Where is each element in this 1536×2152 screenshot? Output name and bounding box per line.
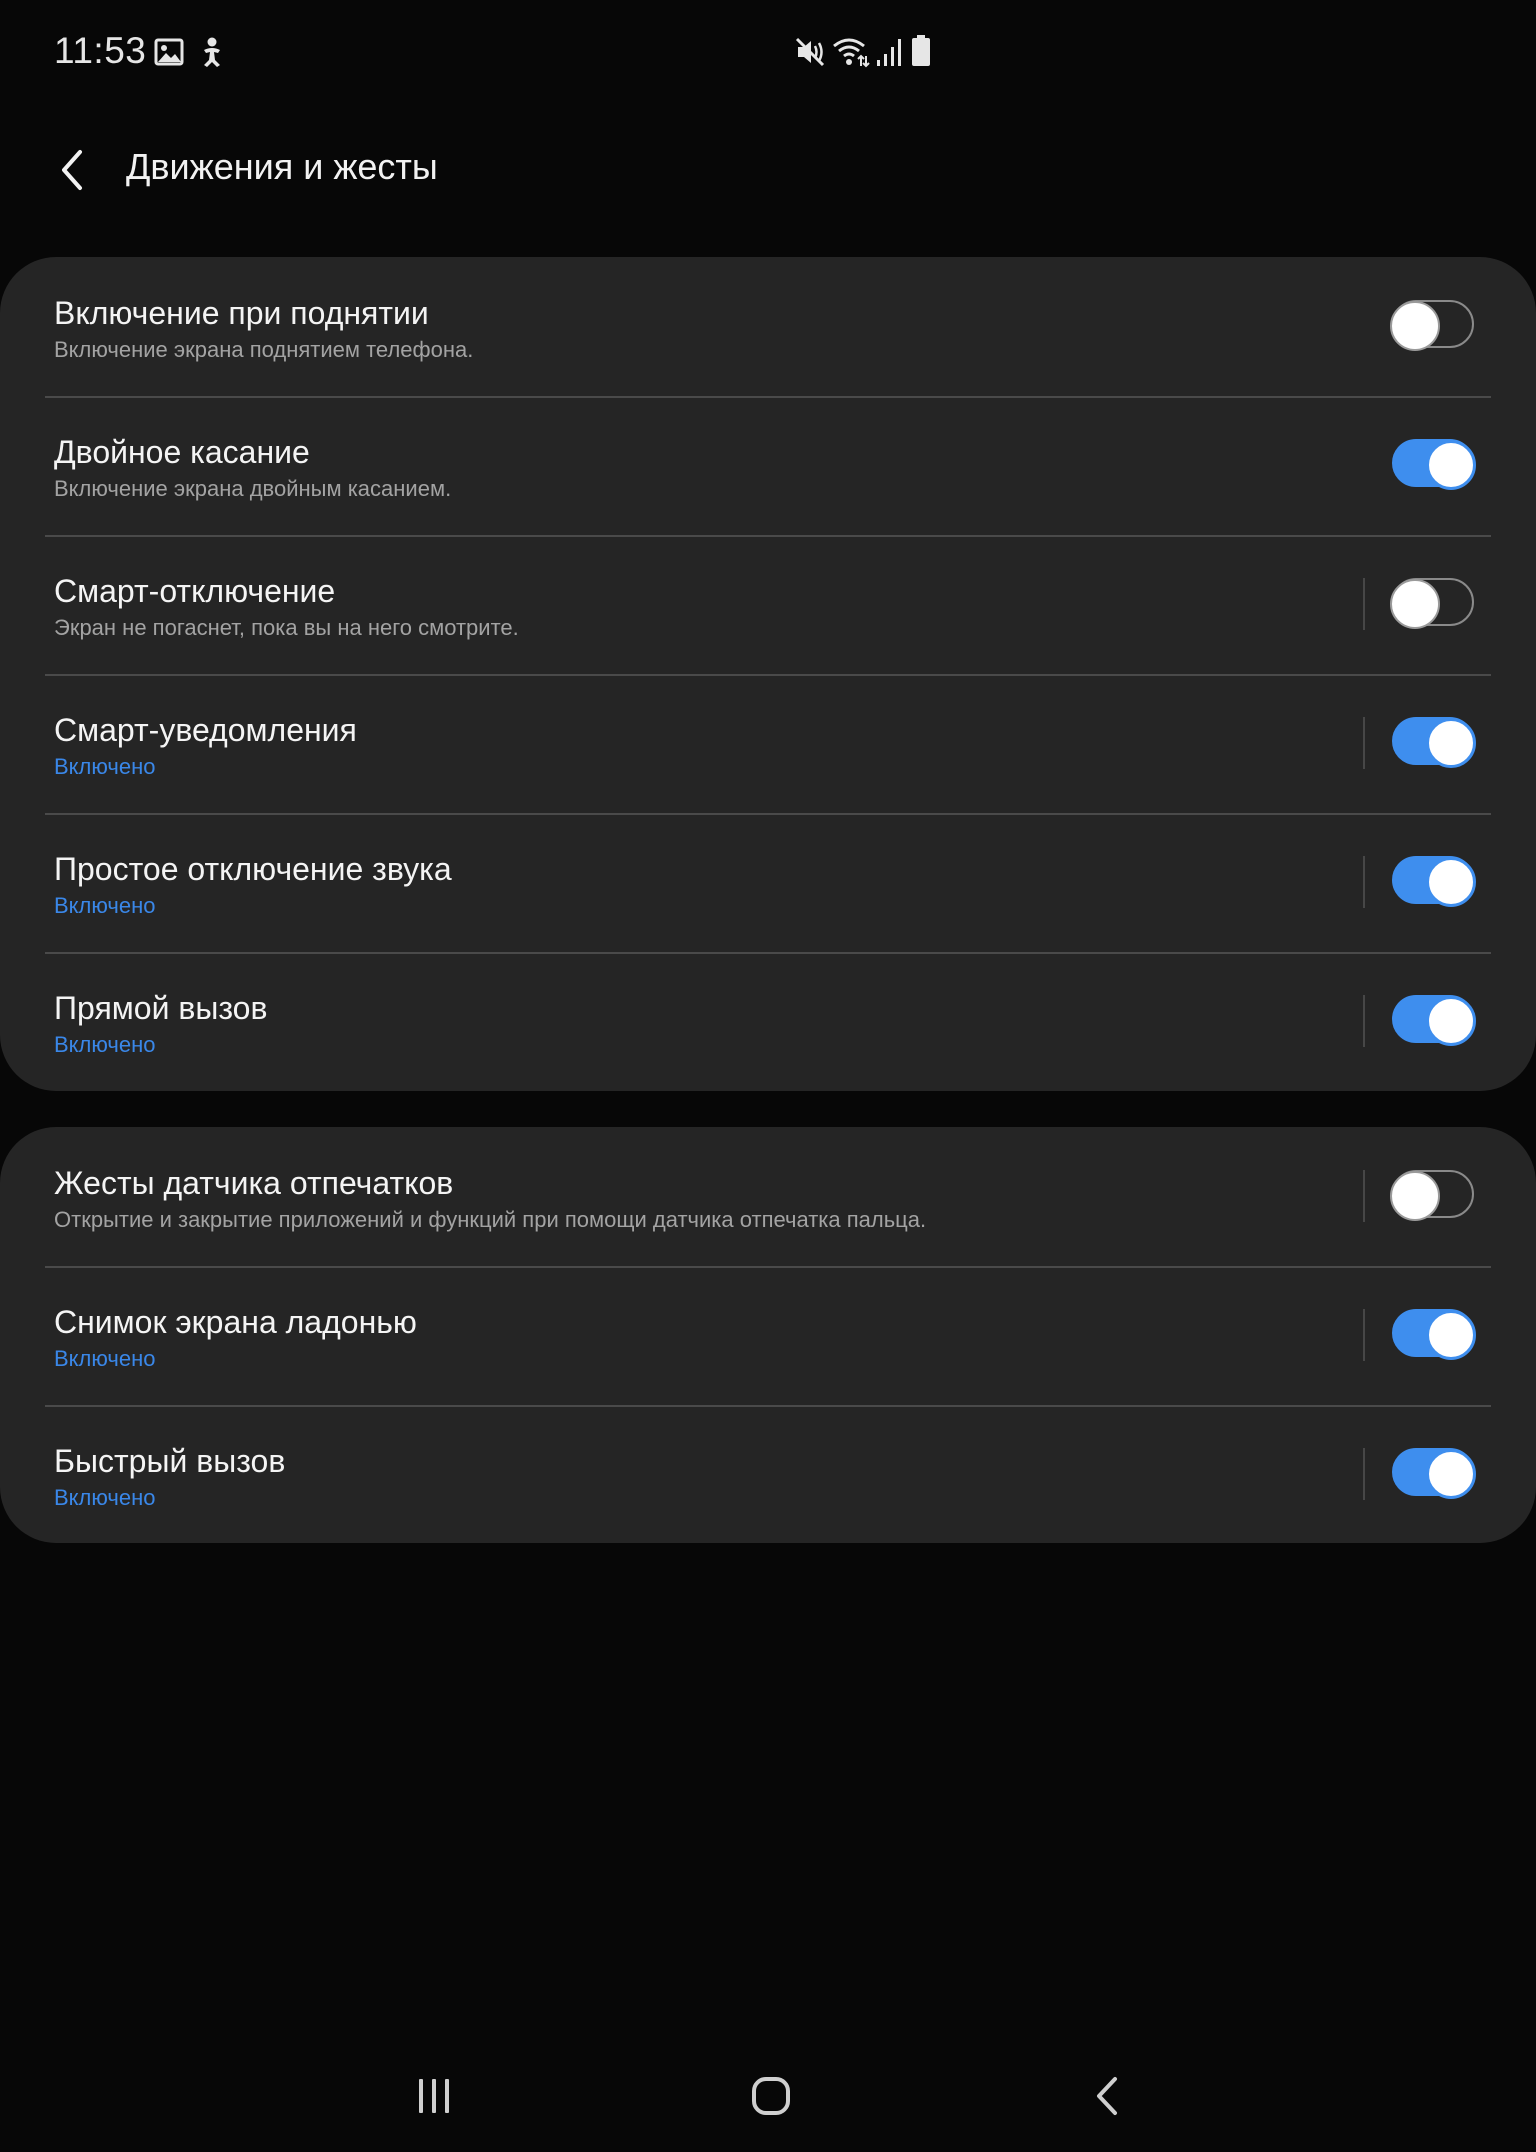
signal-icon [876,36,904,73]
setting-row-smart-alert[interactable]: Смарт-уведомления Включено [0,674,1536,813]
setting-status: Включено [54,1032,156,1057]
setting-title: Прямой вызов [54,990,268,1026]
setting-title: Простое отключение звука [54,851,452,887]
toggle-knob [1426,718,1476,768]
home-button[interactable] [731,2060,811,2132]
setting-row-direct-call[interactable]: Прямой вызов Включено [0,952,1536,1091]
setting-status: Включено [54,1485,156,1510]
battery-icon [910,34,932,73]
row-divider [1363,995,1365,1047]
setting-title: Жесты датчика отпечатков [54,1165,454,1201]
back-button[interactable] [40,138,104,202]
toggle-knob [1390,301,1440,351]
setting-row-quick-call[interactable]: Быстрый вызов Включено [0,1405,1536,1544]
direct-call-toggle[interactable] [1392,995,1476,1046]
finger-sensor-gestures-toggle[interactable] [1390,1170,1474,1221]
setting-status: Включено [54,1346,156,1371]
palm-swipe-capture-toggle[interactable] [1392,1309,1476,1360]
setting-row-double-tap[interactable]: Двойное касание Включение экрана двойным… [0,396,1536,535]
status-bar: 11:53 [0,0,1536,104]
setting-status: Включено [54,754,156,779]
setting-title: Быстрый вызов [54,1443,286,1479]
row-divider [1363,578,1365,630]
easy-mute-toggle[interactable] [1392,856,1476,907]
toggle-knob [1390,1171,1440,1221]
settings-group-gestures: Жесты датчика отпечатков Открытие и закр… [0,1127,1536,1543]
setting-row-finger-sensor-gestures[interactable]: Жесты датчика отпечатков Открытие и закр… [0,1127,1536,1266]
toggle-knob [1426,996,1476,1046]
toggle-knob [1426,440,1476,490]
setting-title: Снимок экрана ладонью [54,1304,417,1340]
row-divider [1363,1309,1365,1361]
setting-subtitle: Открытие и закрытие приложений и функций… [54,1207,927,1232]
gallery-icon [154,38,184,71]
setting-subtitle: Включение экрана двойным касанием. [54,476,452,501]
recents-button[interactable] [394,2060,474,2132]
setting-subtitle: Включение экрана поднятием телефона. [54,337,474,362]
quick-call-toggle[interactable] [1392,1448,1476,1499]
status-time: 11:53 [54,30,147,71]
setting-title: Смарт-уведомления [54,712,357,748]
row-divider [1363,856,1365,908]
double-tap-toggle[interactable] [1392,439,1476,490]
vibrate-mute-icon [794,36,826,73]
row-divider [1363,1170,1365,1222]
row-divider [1363,717,1365,769]
toggle-knob [1390,579,1440,629]
chevron-left-icon [62,150,82,190]
nav-back-button[interactable] [1068,2060,1148,2132]
setting-row-easy-mute[interactable]: Простое отключение звука Включено [0,813,1536,952]
setting-title: Смарт-отключение [54,573,336,609]
setting-status: Включено [54,893,156,918]
wifi-icon [832,36,870,73]
setting-row-palm-swipe-capture[interactable]: Снимок экрана ладонью Включено [0,1266,1536,1405]
setting-row-lift-to-wake[interactable]: Включение при поднятии Включение экрана … [0,257,1536,396]
accessibility-icon [198,36,226,73]
back-icon [1097,2077,1117,2115]
row-divider [1363,1448,1365,1500]
setting-title: Включение при поднятии [54,295,429,331]
settings-group-motions: Включение при поднятии Включение экрана … [0,257,1536,1091]
setting-title: Двойное касание [54,434,310,470]
app-header: Движения и жесты [0,120,1536,220]
lift-to-wake-toggle[interactable] [1390,300,1474,351]
home-icon [752,2077,790,2115]
setting-row-smart-stay[interactable]: Смарт-отключение Экран не погаснет, пока… [0,535,1536,674]
smart-stay-toggle[interactable] [1390,578,1474,629]
smart-alert-toggle[interactable] [1392,717,1476,768]
navigation-bar [0,2040,1536,2152]
toggle-knob [1426,857,1476,907]
recents-icon [419,2079,449,2113]
toggle-knob [1426,1449,1476,1499]
setting-subtitle: Экран не погаснет, пока вы на него смотр… [54,615,519,640]
page-title: Движения и жесты [126,146,438,187]
toggle-knob [1426,1310,1476,1360]
